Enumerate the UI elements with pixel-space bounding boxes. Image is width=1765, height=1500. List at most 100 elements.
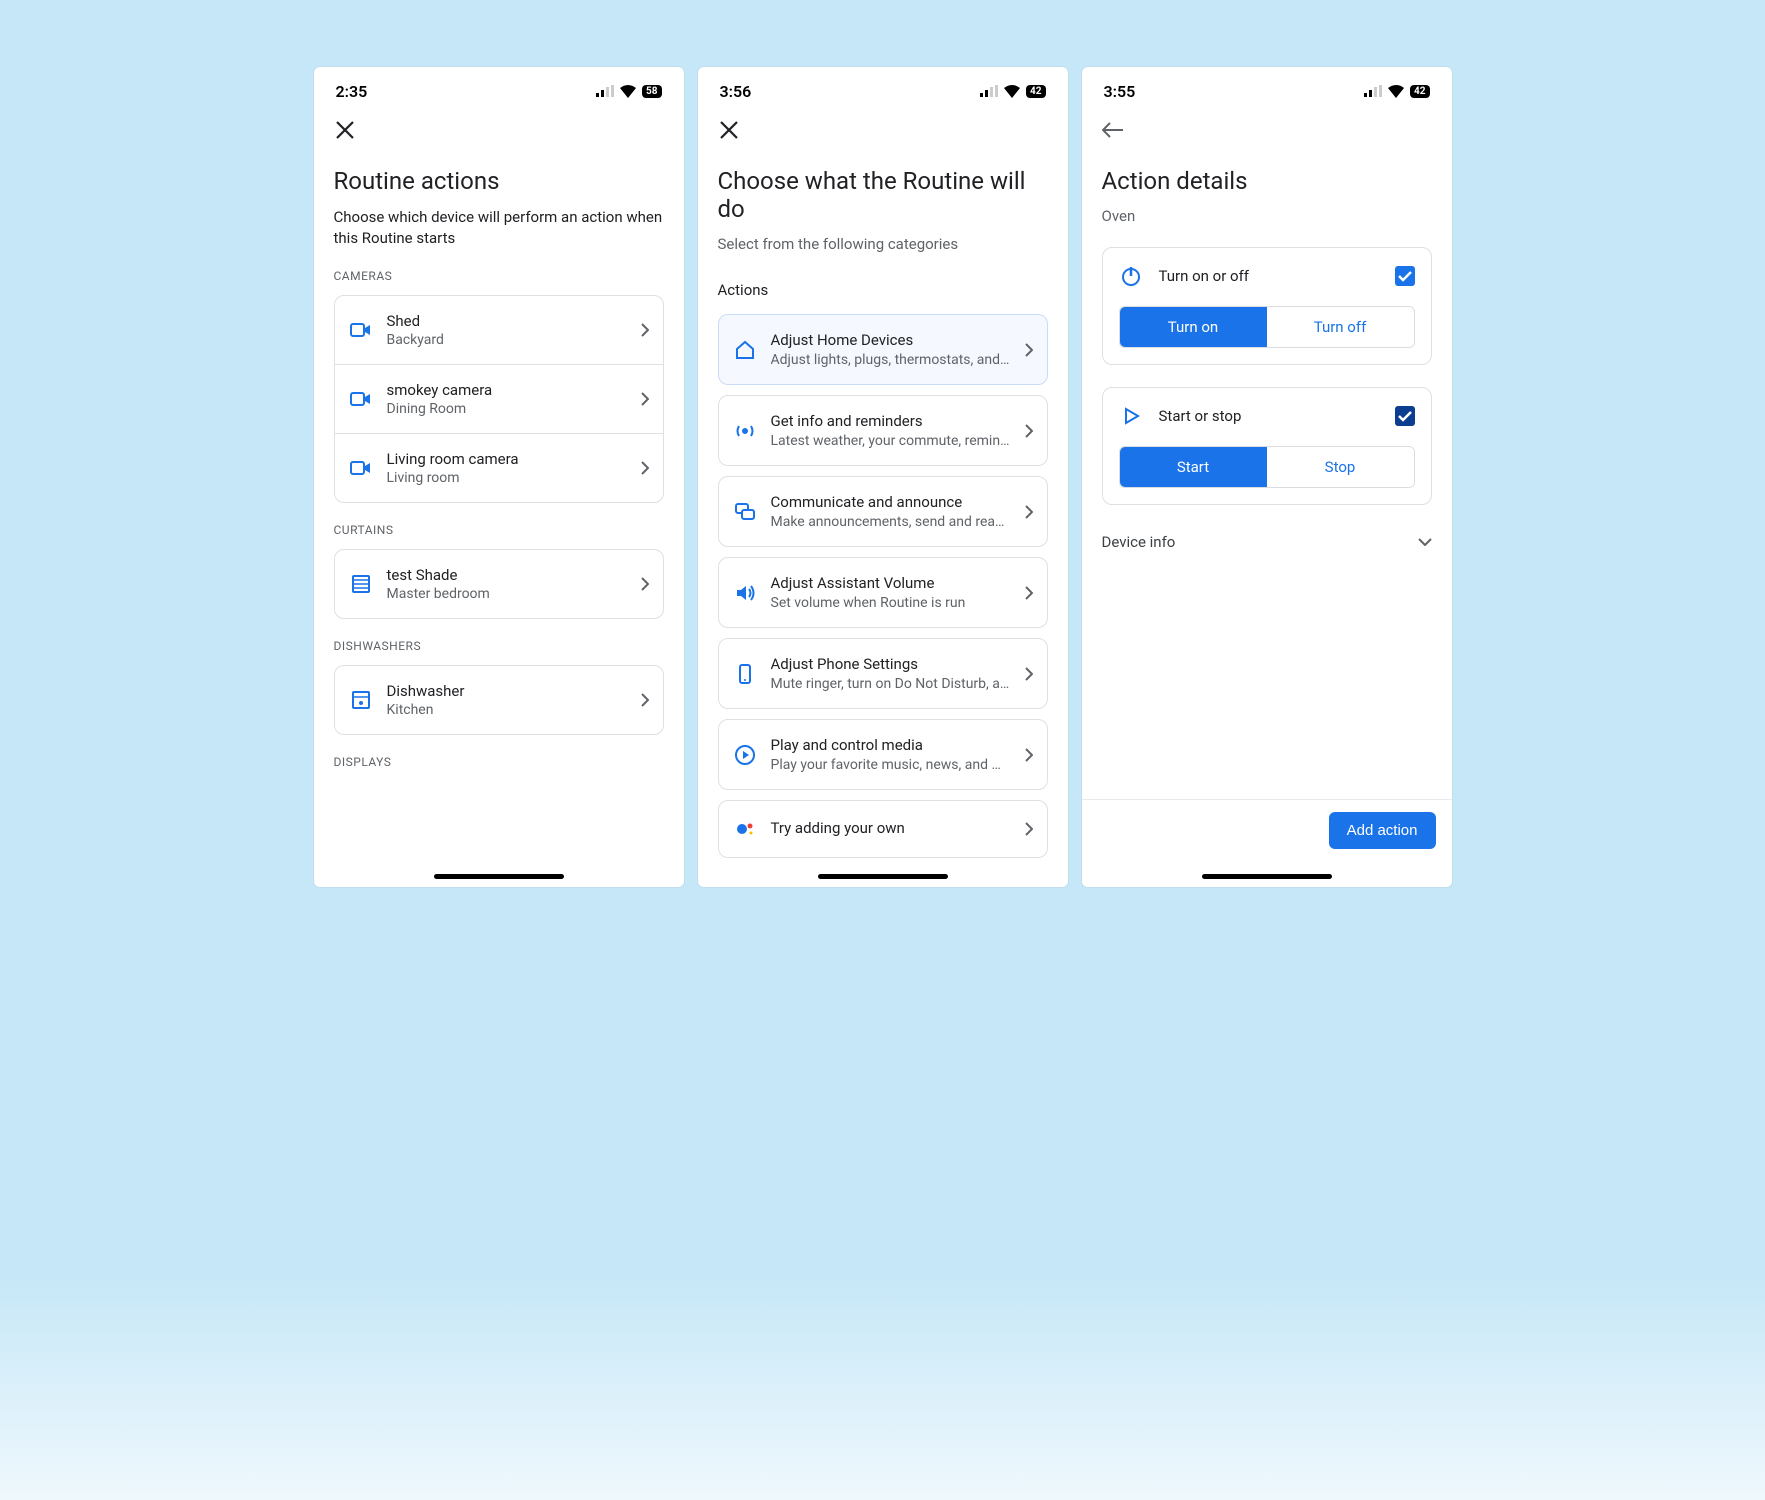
action-adjust-phone[interactable]: Adjust Phone SettingsMute ringer, turn o… xyxy=(718,638,1048,709)
wifi-icon xyxy=(1387,85,1405,98)
home-indicator xyxy=(1202,874,1332,879)
signal-icon xyxy=(1364,85,1382,97)
page-title: Routine actions xyxy=(334,167,664,195)
action-sub: Latest weather, your commute, remind… xyxy=(771,433,1011,449)
device-location: Backyard xyxy=(387,332,627,348)
chevron-right-icon xyxy=(1025,343,1033,357)
segmented-on-off: Turn on Turn off xyxy=(1119,306,1415,348)
action-adjust-home-devices[interactable]: Adjust Home DevicesAdjust lights, plugs,… xyxy=(718,314,1048,385)
home-icon xyxy=(733,338,757,362)
status-bar: 3:55 42 xyxy=(1082,67,1452,109)
card-turn-on-off: Turn on or off Turn on Turn off xyxy=(1102,247,1432,365)
status-indicators: 58 xyxy=(596,85,661,98)
device-test-shade[interactable]: test Shade Master bedroom xyxy=(335,550,663,618)
screen-routine-actions: 2:35 58 Routine actions Choose which dev… xyxy=(314,67,684,887)
device-info-row[interactable]: Device info xyxy=(1102,527,1432,557)
dishwasher-icon xyxy=(349,688,373,712)
nav-bar xyxy=(698,109,1068,149)
battery-icon: 58 xyxy=(642,85,661,98)
section-curtains-label: CURTAINS xyxy=(334,523,664,537)
section-actions-label: Actions xyxy=(718,281,1048,299)
nav-bar xyxy=(1082,109,1452,149)
battery-icon: 42 xyxy=(1410,85,1429,98)
device-location: Kitchen xyxy=(387,702,627,718)
device-location: Master bedroom xyxy=(387,586,627,602)
status-indicators: 42 xyxy=(980,85,1045,98)
chevron-right-icon xyxy=(1025,822,1033,836)
close-button[interactable] xyxy=(718,119,740,141)
battery-icon: 42 xyxy=(1026,85,1045,98)
chevron-right-icon xyxy=(1025,424,1033,438)
device-name: Oven xyxy=(1102,207,1432,225)
device-title: Living room camera xyxy=(387,450,627,468)
action-title: Communicate and announce xyxy=(771,493,1011,511)
camera-icon xyxy=(349,456,373,480)
device-dishwasher[interactable]: Dishwasher Kitchen xyxy=(335,666,663,734)
device-smokey-camera[interactable]: smokey cameraDining Room xyxy=(335,365,663,434)
card-start-stop: Start or stop Start Stop xyxy=(1102,387,1432,505)
chevron-right-icon xyxy=(1025,586,1033,600)
action-play-media[interactable]: Play and control mediaPlay your favorite… xyxy=(718,719,1048,790)
status-time: 3:55 xyxy=(1104,82,1136,101)
chevron-right-icon xyxy=(641,577,649,591)
dishwashers-list: Dishwasher Kitchen xyxy=(334,665,664,735)
checkbox-start-stop[interactable] xyxy=(1395,406,1415,426)
device-shed[interactable]: ShedBackyard xyxy=(335,296,663,365)
action-sub: Play your favorite music, news, and mo… xyxy=(771,757,1011,773)
action-try-your-own[interactable]: Try adding your own xyxy=(718,800,1048,858)
assistant-icon xyxy=(733,817,757,841)
check-icon xyxy=(1398,271,1412,282)
chevron-right-icon xyxy=(1025,505,1033,519)
action-sub: Set volume when Routine is run xyxy=(771,595,1011,611)
chevron-right-icon xyxy=(1025,748,1033,762)
cameras-list: ShedBackyard smokey cameraDining Room Li… xyxy=(334,295,664,503)
btn-start[interactable]: Start xyxy=(1120,447,1267,487)
volume-icon xyxy=(733,581,757,605)
content: Choose what the Routine will do Select f… xyxy=(698,149,1068,887)
device-title: Dishwasher xyxy=(387,682,627,700)
phone-icon xyxy=(733,662,757,686)
btn-turn-on[interactable]: Turn on xyxy=(1120,307,1267,347)
status-time: 3:56 xyxy=(720,82,752,101)
close-icon xyxy=(720,121,738,139)
blinds-icon xyxy=(349,572,373,596)
device-living-room-camera[interactable]: Living room camera Living room xyxy=(335,434,663,502)
status-indicators: 42 xyxy=(1364,85,1429,98)
chevron-down-icon xyxy=(1418,538,1432,546)
status-bar: 3:56 42 xyxy=(698,67,1068,109)
nav-bar xyxy=(314,109,684,149)
action-adjust-volume[interactable]: Adjust Assistant Volume Set volume when R… xyxy=(718,557,1048,628)
section-displays-label: DISPLAYS xyxy=(334,755,664,769)
card-label: Start or stop xyxy=(1159,407,1379,425)
action-title: Adjust Assistant Volume xyxy=(771,574,1011,592)
btn-stop[interactable]: Stop xyxy=(1267,447,1414,487)
expand-label: Device info xyxy=(1102,533,1176,551)
page-subtitle: Choose which device will perform an acti… xyxy=(334,207,664,249)
camera-icon xyxy=(349,387,373,411)
action-get-info[interactable]: Get info and reminders Latest weather, yo… xyxy=(718,395,1048,466)
add-action-button[interactable]: Add action xyxy=(1329,812,1436,849)
content: Routine actions Choose which device will… xyxy=(314,149,684,887)
chevron-right-icon xyxy=(641,392,649,406)
arrow-left-icon xyxy=(1102,122,1124,138)
btn-turn-off[interactable]: Turn off xyxy=(1267,307,1414,347)
wifi-icon xyxy=(1003,85,1021,98)
close-button[interactable] xyxy=(334,119,356,141)
device-title: test Shade xyxy=(387,566,627,584)
chevron-right-icon xyxy=(641,693,649,707)
action-title: Get info and reminders xyxy=(771,412,1011,430)
checkbox-on-off[interactable] xyxy=(1395,266,1415,286)
action-sub: Make announcements, send and read t… xyxy=(771,514,1011,530)
home-indicator xyxy=(818,874,948,879)
play-icon xyxy=(1119,404,1143,428)
action-title: Try adding your own xyxy=(771,819,1011,837)
page-title: Choose what the Routine will do xyxy=(718,167,1048,223)
action-communicate[interactable]: Communicate and announce Make announcemen… xyxy=(718,476,1048,547)
close-icon xyxy=(336,121,354,139)
wifi-icon xyxy=(619,85,637,98)
home-indicator xyxy=(434,874,564,879)
curtains-list: test Shade Master bedroom xyxy=(334,549,664,619)
device-location: Living room xyxy=(387,470,627,486)
device-location: Dining Room xyxy=(387,401,627,417)
back-button[interactable] xyxy=(1102,119,1124,141)
